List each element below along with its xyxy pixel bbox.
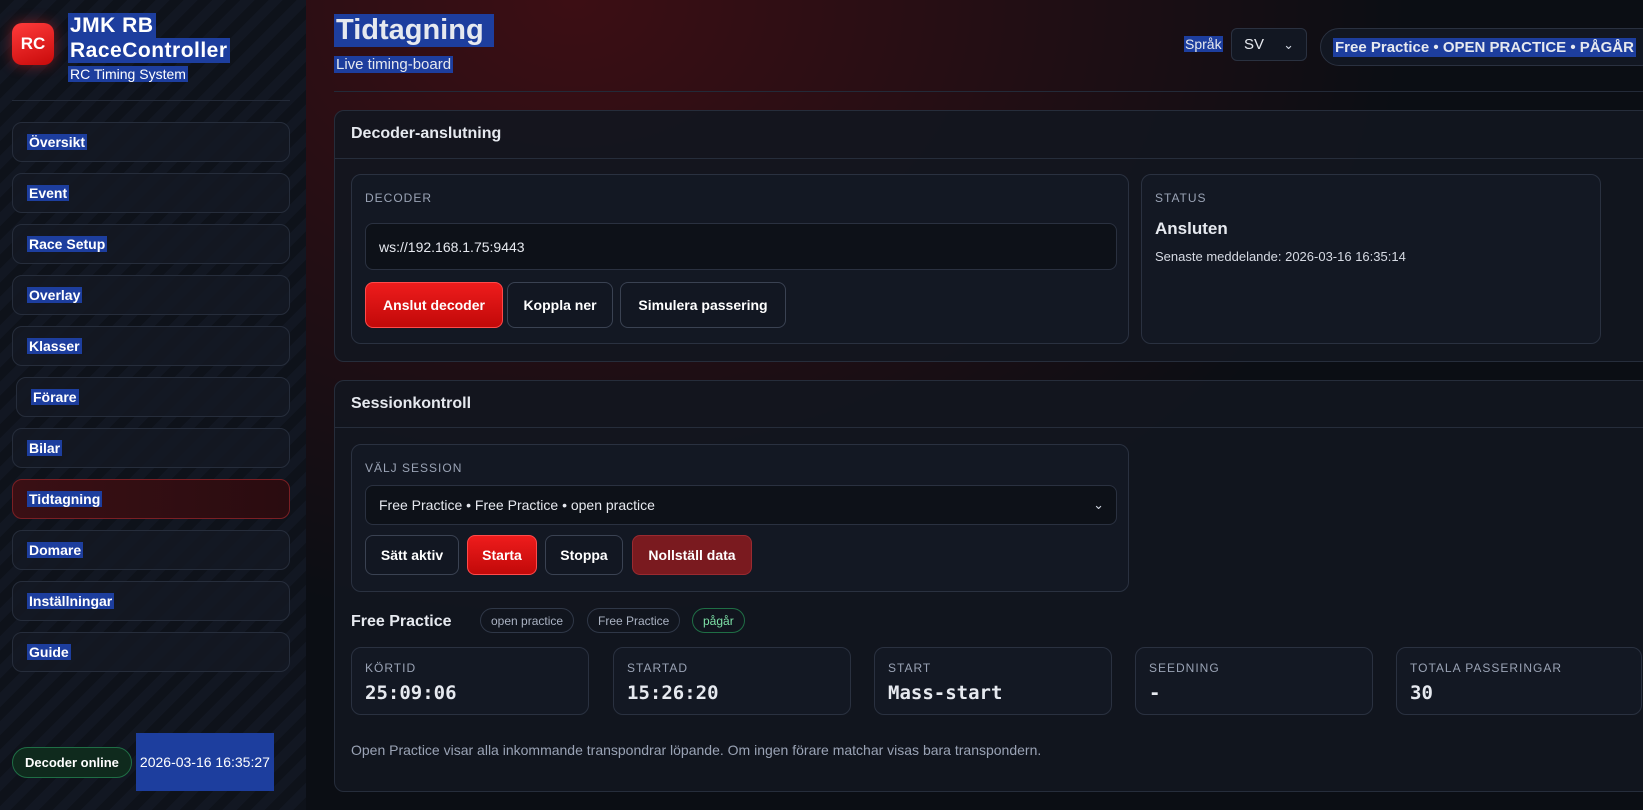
brand-subtitle: RC Timing System bbox=[68, 66, 188, 82]
sidebar-item-klasser[interactable]: Klasser bbox=[12, 326, 290, 366]
footer-timestamp: 2026-03-16 16:35:27 bbox=[135, 733, 274, 791]
stat-value: 30 bbox=[1410, 682, 1433, 704]
open-practice-note: Open Practice visar alla inkommande tran… bbox=[351, 742, 1042, 758]
chevron-down-icon: ⌄ bbox=[1093, 497, 1104, 512]
session-select-card: VÄLJ SESSION Free Practice • Free Practi… bbox=[351, 444, 1129, 592]
sidebar-item-bilar[interactable]: Bilar bbox=[12, 428, 290, 468]
sidebar-item-label: Översikt bbox=[27, 134, 88, 150]
sidebar-item-label: Bilar bbox=[27, 440, 63, 456]
start-button[interactable]: Starta bbox=[467, 535, 537, 575]
reset-data-button[interactable]: Nollställ data bbox=[632, 535, 752, 575]
last-message: Senaste meddelande: 2026-03-16 16:35:14 bbox=[1155, 249, 1406, 264]
sidebar-item-domare[interactable]: Domare bbox=[12, 530, 290, 570]
stop-button[interactable]: Stoppa bbox=[545, 535, 623, 575]
sidebar-item-tidtagning[interactable]: Tidtagning bbox=[12, 479, 290, 519]
stat-label: KÖRTID bbox=[365, 661, 417, 675]
stat-label: TOTALA PASSERINGAR bbox=[1410, 661, 1563, 675]
session-select[interactable]: Free Practice • Free Practice • open pra… bbox=[365, 485, 1117, 525]
session-status-badge: pågår bbox=[692, 608, 745, 633]
sidebar-item-overlay[interactable]: Overlay bbox=[12, 275, 290, 315]
connect-decoder-button[interactable]: Anslut decoder bbox=[365, 282, 503, 328]
page-title: Tidtagning bbox=[334, 14, 494, 47]
sidebar-item-oversikt[interactable]: Översikt bbox=[12, 122, 290, 162]
sidebar-item-label: Tidtagning bbox=[27, 491, 103, 507]
language-label: Språk bbox=[1184, 36, 1223, 52]
stat-card-startad: STARTAD 15:26:20 bbox=[613, 647, 851, 715]
sidebar-item-guide[interactable]: Guide bbox=[12, 632, 290, 672]
decoder-url-input[interactable]: ws://192.168.1.75:9443 bbox=[365, 223, 1117, 270]
stat-value: 15:26:20 bbox=[627, 682, 719, 704]
sidebar-item-forare[interactable]: Förare bbox=[16, 377, 290, 417]
stat-card-start: START Mass-start bbox=[874, 647, 1112, 715]
sidebar-item-race-setup[interactable]: Race Setup bbox=[12, 224, 290, 264]
session-panel: Sessionkontroll VÄLJ SESSION Free Practi… bbox=[334, 380, 1643, 792]
sidebar-item-label: Overlay bbox=[27, 287, 83, 303]
session-panel-title: Sessionkontroll bbox=[351, 395, 472, 412]
sidebar-item-label: Race Setup bbox=[27, 236, 108, 252]
stat-card-korttid: KÖRTID 25:09:06 bbox=[351, 647, 589, 715]
page-subtitle: Live timing-board bbox=[334, 56, 454, 73]
decoder-card: DECODER ws://192.168.1.75:9443 Anslut de… bbox=[351, 174, 1129, 344]
sidebar-footer: Decoder online 2026-03-16 16:35:27 bbox=[12, 733, 274, 791]
stat-label: STARTAD bbox=[627, 661, 689, 675]
status-card: STATUS Ansluten Senaste meddelande: 2026… bbox=[1141, 174, 1601, 344]
brand-title-line2: RaceController bbox=[68, 38, 230, 63]
decoder-panel: Decoder-anslutning DECODER ws://192.168.… bbox=[334, 110, 1643, 362]
stat-value: Mass-start bbox=[888, 682, 1003, 704]
sidebar-item-label: Domare bbox=[27, 542, 84, 558]
decoder-status-badge: Decoder online bbox=[12, 746, 132, 778]
stat-value: - bbox=[1149, 682, 1161, 704]
panel-divider bbox=[335, 427, 1643, 428]
decoder-panel-title: Decoder-anslutning bbox=[351, 125, 502, 142]
active-session-pill: Free Practice • OPEN PRACTICE • PÅGÅR bbox=[1320, 28, 1643, 66]
header-divider bbox=[334, 91, 1643, 92]
simulate-passing-button[interactable]: Simulera passering bbox=[620, 282, 786, 328]
logo-text: RC bbox=[20, 34, 46, 53]
sidebar-divider bbox=[12, 100, 290, 101]
sidebar-item-label: Guide bbox=[27, 644, 71, 660]
stat-card-total-passings: TOTALA PASSERINGAR 30 bbox=[1396, 647, 1642, 715]
sidebar-item-label: Inställningar bbox=[27, 593, 115, 609]
main-content: Tidtagning Live timing-board Språk SV ⌄ … bbox=[306, 0, 1643, 810]
brand-title: JMK RB RaceController bbox=[68, 13, 230, 63]
sidebar-item-label: Event bbox=[27, 185, 70, 201]
active-session-text: Free Practice • OPEN PRACTICE • PÅGÅR bbox=[1333, 37, 1636, 57]
stat-label: START bbox=[888, 661, 932, 675]
select-session-label: VÄLJ SESSION bbox=[365, 461, 463, 475]
current-session-name: Free Practice bbox=[351, 613, 452, 630]
sidebar-item-installningar[interactable]: Inställningar bbox=[12, 581, 290, 621]
stat-value: 25:09:06 bbox=[365, 682, 457, 704]
sidebar-item-event[interactable]: Event bbox=[12, 173, 290, 213]
session-type-badge: open practice bbox=[480, 608, 575, 633]
chevron-down-icon: ⌄ bbox=[1283, 36, 1294, 52]
status-label: STATUS bbox=[1155, 191, 1207, 205]
session-class-badge: Free Practice bbox=[587, 608, 681, 633]
disconnect-button[interactable]: Koppla ner bbox=[507, 282, 613, 328]
connection-status: Ansluten bbox=[1155, 219, 1228, 238]
set-active-button[interactable]: Sätt aktiv bbox=[365, 535, 459, 575]
stat-label: SEEDNING bbox=[1149, 661, 1220, 675]
language-value: SV bbox=[1244, 36, 1265, 53]
brand-title-line1: JMK RB bbox=[68, 13, 156, 38]
stat-card-seedning: SEEDNING - bbox=[1135, 647, 1373, 715]
app-logo: RC bbox=[12, 23, 54, 65]
language-select[interactable]: SV ⌄ bbox=[1231, 28, 1307, 61]
sidebar-nav: Översikt Event Race Setup Overlay Klasse… bbox=[12, 122, 290, 683]
sidebar: RC JMK RB RaceController RC Timing Syste… bbox=[0, 0, 307, 810]
sidebar-item-label: Klasser bbox=[27, 338, 82, 354]
session-select-value: Free Practice • Free Practice • open pra… bbox=[379, 497, 655, 513]
decoder-label: DECODER bbox=[365, 191, 433, 205]
panel-divider bbox=[335, 158, 1643, 159]
sidebar-item-label: Förare bbox=[31, 389, 79, 405]
